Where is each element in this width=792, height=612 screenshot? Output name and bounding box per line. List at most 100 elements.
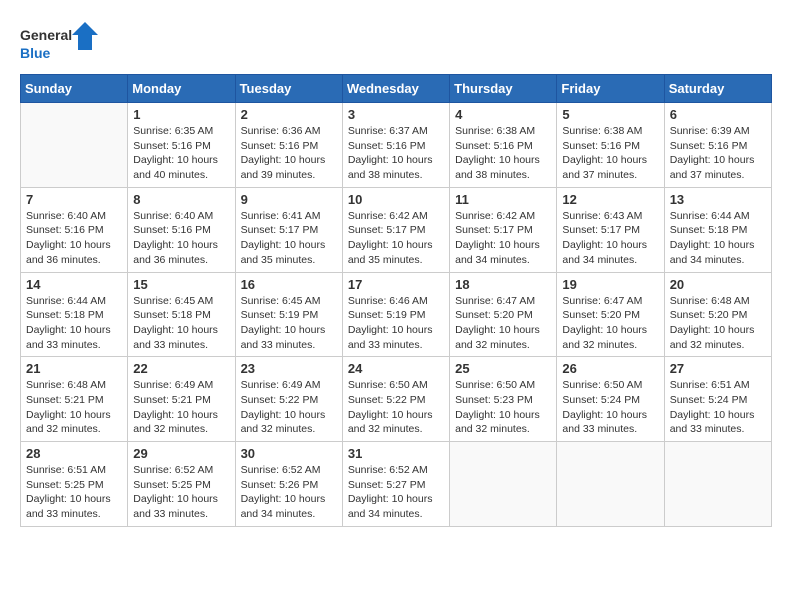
day-number: 16: [241, 277, 337, 292]
day-info: Sunrise: 6:42 AM Sunset: 5:17 PM Dayligh…: [455, 209, 551, 268]
day-number: 24: [348, 361, 444, 376]
calendar-cell: 26 Sunrise: 6:50 AM Sunset: 5:24 PM Dayli…: [557, 357, 664, 442]
day-info: Sunrise: 6:50 AM Sunset: 5:22 PM Dayligh…: [348, 378, 444, 437]
day-number: 25: [455, 361, 551, 376]
calendar-cell: [450, 442, 557, 527]
day-number: 2: [241, 107, 337, 122]
day-number: 30: [241, 446, 337, 461]
calendar-cell: 8 Sunrise: 6:40 AM Sunset: 5:16 PM Daylig…: [128, 187, 235, 272]
calendar-cell: 6 Sunrise: 6:39 AM Sunset: 5:16 PM Daylig…: [664, 103, 771, 188]
logo: General Blue: [20, 20, 100, 64]
day-info: Sunrise: 6:47 AM Sunset: 5:20 PM Dayligh…: [562, 294, 658, 353]
day-info: Sunrise: 6:41 AM Sunset: 5:17 PM Dayligh…: [241, 209, 337, 268]
calendar-cell: 21 Sunrise: 6:48 AM Sunset: 5:21 PM Dayli…: [21, 357, 128, 442]
calendar-cell: 2 Sunrise: 6:36 AM Sunset: 5:16 PM Daylig…: [235, 103, 342, 188]
day-number: 31: [348, 446, 444, 461]
svg-text:Blue: Blue: [20, 45, 51, 61]
day-info: Sunrise: 6:48 AM Sunset: 5:20 PM Dayligh…: [670, 294, 766, 353]
calendar-cell: 23 Sunrise: 6:49 AM Sunset: 5:22 PM Dayli…: [235, 357, 342, 442]
calendar-cell: 15Sunrise: 6:45 AM Sunset: 5:18 PM Dayli…: [128, 272, 235, 357]
calendar-cell: 14Sunrise: 6:44 AM Sunset: 5:18 PM Dayli…: [21, 272, 128, 357]
day-number: 13: [670, 192, 766, 207]
weekday-header-saturday: Saturday: [664, 75, 771, 103]
day-info: Sunrise: 6:50 AM Sunset: 5:23 PM Dayligh…: [455, 378, 551, 437]
day-info: Sunrise: 6:40 AM Sunset: 5:16 PM Dayligh…: [133, 209, 229, 268]
calendar-cell: 31 Sunrise: 6:52 AM Sunset: 5:27 PM Dayli…: [342, 442, 449, 527]
day-number: 27: [670, 361, 766, 376]
day-number: 4: [455, 107, 551, 122]
calendar-cell: 27 Sunrise: 6:51 AM Sunset: 5:24 PM Dayli…: [664, 357, 771, 442]
weekday-header-friday: Friday: [557, 75, 664, 103]
day-number: 20: [670, 277, 766, 292]
weekday-header-thursday: Thursday: [450, 75, 557, 103]
calendar-cell: 9 Sunrise: 6:41 AM Sunset: 5:17 PM Daylig…: [235, 187, 342, 272]
calendar-cell: [21, 103, 128, 188]
day-info: Sunrise: 6:40 AM Sunset: 5:16 PM Dayligh…: [26, 209, 122, 268]
weekday-header-sunday: Sunday: [21, 75, 128, 103]
day-info: Sunrise: 6:45 AM Sunset: 5:19 PM Dayligh…: [241, 294, 337, 353]
day-info: Sunrise: 6:51 AM Sunset: 5:25 PM Dayligh…: [26, 463, 122, 522]
day-info: Sunrise: 6:49 AM Sunset: 5:22 PM Dayligh…: [241, 378, 337, 437]
day-number: 12: [562, 192, 658, 207]
day-info: Sunrise: 6:42 AM Sunset: 5:17 PM Dayligh…: [348, 209, 444, 268]
calendar-cell: 18 Sunrise: 6:47 AM Sunset: 5:20 PM Dayli…: [450, 272, 557, 357]
day-info: Sunrise: 6:50 AM Sunset: 5:24 PM Dayligh…: [562, 378, 658, 437]
day-number: 23: [241, 361, 337, 376]
day-info: Sunrise: 6:51 AM Sunset: 5:24 PM Dayligh…: [670, 378, 766, 437]
day-number: 18: [455, 277, 551, 292]
day-info: Sunrise: 6:37 AM Sunset: 5:16 PM Dayligh…: [348, 124, 444, 183]
day-number: 6: [670, 107, 766, 122]
day-info: Sunrise: 6:43 AM Sunset: 5:17 PM Dayligh…: [562, 209, 658, 268]
calendar-cell: 19 Sunrise: 6:47 AM Sunset: 5:20 PM Dayli…: [557, 272, 664, 357]
calendar-cell: 22Sunrise: 6:49 AM Sunset: 5:21 PM Dayli…: [128, 357, 235, 442]
calendar-cell: 7Sunrise: 6:40 AM Sunset: 5:16 PM Daylig…: [21, 187, 128, 272]
calendar-cell: 3 Sunrise: 6:37 AM Sunset: 5:16 PM Daylig…: [342, 103, 449, 188]
calendar-cell: 11Sunrise: 6:42 AM Sunset: 5:17 PM Dayli…: [450, 187, 557, 272]
day-info: Sunrise: 6:48 AM Sunset: 5:21 PM Dayligh…: [26, 378, 122, 437]
day-info: Sunrise: 6:52 AM Sunset: 5:26 PM Dayligh…: [241, 463, 337, 522]
day-info: Sunrise: 6:52 AM Sunset: 5:27 PM Dayligh…: [348, 463, 444, 522]
weekday-header-wednesday: Wednesday: [342, 75, 449, 103]
calendar-cell: 30 Sunrise: 6:52 AM Sunset: 5:26 PM Dayli…: [235, 442, 342, 527]
day-number: 29: [133, 446, 229, 461]
day-number: 22: [133, 361, 229, 376]
day-number: 17: [348, 277, 444, 292]
page-header: General Blue: [20, 20, 772, 64]
weekday-header-tuesday: Tuesday: [235, 75, 342, 103]
week-row-3: 14Sunrise: 6:44 AM Sunset: 5:18 PM Dayli…: [21, 272, 772, 357]
calendar-cell: 10Sunrise: 6:42 AM Sunset: 5:17 PM Dayli…: [342, 187, 449, 272]
calendar-cell: 28Sunrise: 6:51 AM Sunset: 5:25 PM Dayli…: [21, 442, 128, 527]
day-number: 19: [562, 277, 658, 292]
calendar-cell: 24 Sunrise: 6:50 AM Sunset: 5:22 PM Dayli…: [342, 357, 449, 442]
week-row-5: 28Sunrise: 6:51 AM Sunset: 5:25 PM Dayli…: [21, 442, 772, 527]
calendar-cell: 12 Sunrise: 6:43 AM Sunset: 5:17 PM Dayli…: [557, 187, 664, 272]
day-info: Sunrise: 6:45 AM Sunset: 5:18 PM Dayligh…: [133, 294, 229, 353]
day-info: Sunrise: 6:52 AM Sunset: 5:25 PM Dayligh…: [133, 463, 229, 522]
day-number: 1: [133, 107, 229, 122]
day-info: Sunrise: 6:36 AM Sunset: 5:16 PM Dayligh…: [241, 124, 337, 183]
day-number: 8: [133, 192, 229, 207]
weekday-header-monday: Monday: [128, 75, 235, 103]
logo-svg: General Blue: [20, 20, 100, 64]
day-number: 26: [562, 361, 658, 376]
calendar-cell: 5 Sunrise: 6:38 AM Sunset: 5:16 PM Daylig…: [557, 103, 664, 188]
calendar-cell: [557, 442, 664, 527]
day-info: Sunrise: 6:38 AM Sunset: 5:16 PM Dayligh…: [562, 124, 658, 183]
calendar-table: SundayMondayTuesdayWednesdayThursdayFrid…: [20, 74, 772, 527]
calendar-cell: 20 Sunrise: 6:48 AM Sunset: 5:20 PM Dayli…: [664, 272, 771, 357]
calendar-cell: [664, 442, 771, 527]
weekday-header-row: SundayMondayTuesdayWednesdayThursdayFrid…: [21, 75, 772, 103]
day-info: Sunrise: 6:39 AM Sunset: 5:16 PM Dayligh…: [670, 124, 766, 183]
calendar-cell: 25 Sunrise: 6:50 AM Sunset: 5:23 PM Dayli…: [450, 357, 557, 442]
calendar-cell: 1Sunrise: 6:35 AM Sunset: 5:16 PM Daylig…: [128, 103, 235, 188]
day-info: Sunrise: 6:47 AM Sunset: 5:20 PM Dayligh…: [455, 294, 551, 353]
day-number: 14: [26, 277, 122, 292]
day-info: Sunrise: 6:44 AM Sunset: 5:18 PM Dayligh…: [670, 209, 766, 268]
day-number: 9: [241, 192, 337, 207]
calendar-cell: 29 Sunrise: 6:52 AM Sunset: 5:25 PM Dayli…: [128, 442, 235, 527]
day-info: Sunrise: 6:46 AM Sunset: 5:19 PM Dayligh…: [348, 294, 444, 353]
day-number: 21: [26, 361, 122, 376]
week-row-1: 1Sunrise: 6:35 AM Sunset: 5:16 PM Daylig…: [21, 103, 772, 188]
day-number: 3: [348, 107, 444, 122]
day-number: 5: [562, 107, 658, 122]
